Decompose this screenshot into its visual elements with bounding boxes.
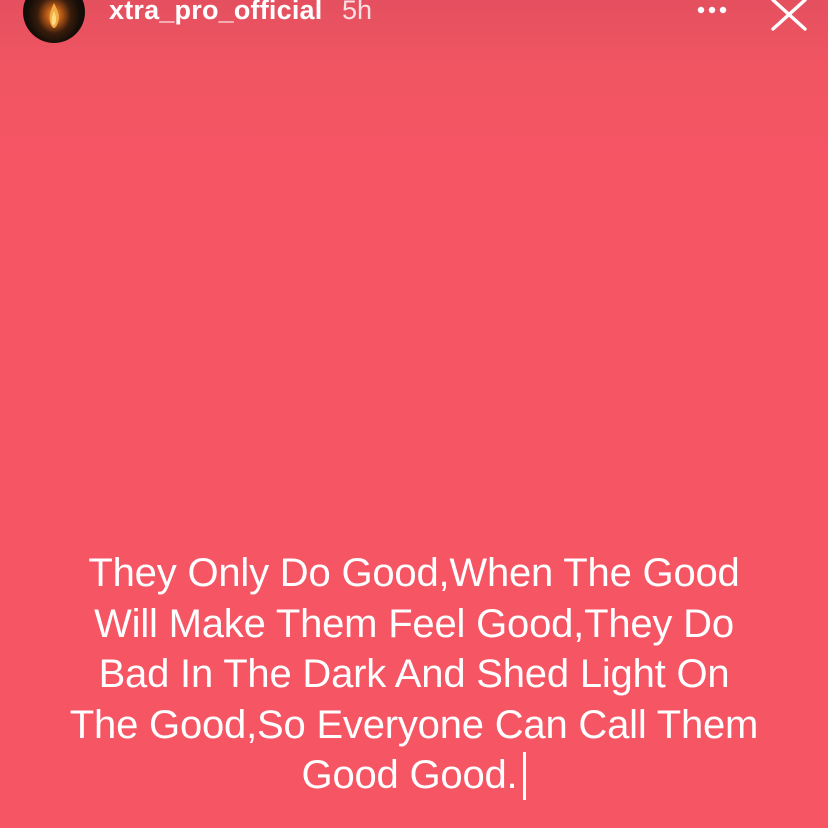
caption-line: Bad In The Dark And Shed Light On [98, 652, 730, 696]
story-timestamp: 5h [342, 0, 373, 25]
caption-line: Good Good. [301, 753, 518, 797]
ellipsis-horizontal-icon [697, 6, 727, 14]
caption-line: Will Make Them Feel Good,They Do [94, 601, 734, 646]
avatar-image [49, 3, 59, 28]
caption-line: The Good,So Everyone Can Call Them [69, 702, 759, 747]
story-view: xtra_pro_official 5h They Only Do Good,W… [0, 0, 828, 828]
avatar[interactable] [23, 0, 85, 43]
story-caption: They Only Do Good,When The Good Will Mak… [20, 548, 808, 801]
more-options-button[interactable] [690, 0, 734, 22]
caption-line: They Only Do Good,When The Good [88, 551, 740, 595]
story-header: xtra_pro_official 5h [0, 0, 828, 50]
text-cursor [523, 752, 527, 800]
close-button[interactable] [768, 0, 812, 34]
story-username[interactable]: xtra_pro_official [109, 0, 322, 26]
caption-last-line: Good Good. [20, 750, 808, 801]
close-icon [771, 0, 807, 31]
